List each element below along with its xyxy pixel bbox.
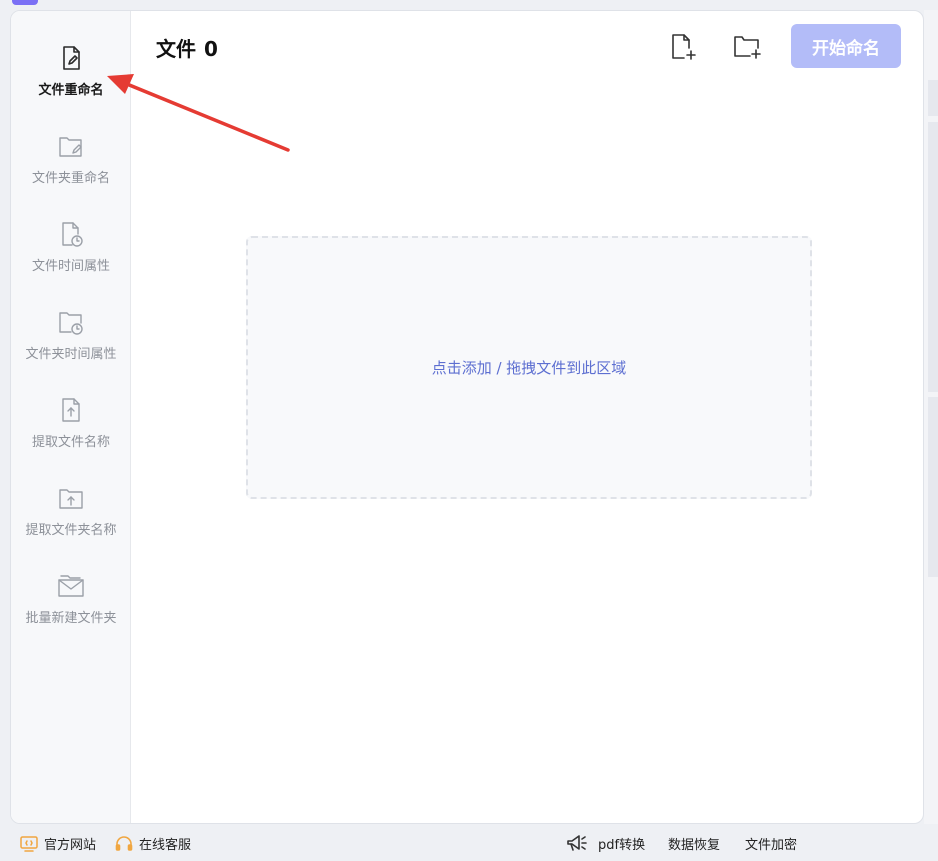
folder-batch-icon xyxy=(58,575,84,597)
file-encrypt-link[interactable]: 文件加密 xyxy=(745,834,797,853)
monitor-icon xyxy=(20,835,38,852)
folder-plus-icon[interactable] xyxy=(731,31,763,63)
page-title: 文件 0 xyxy=(156,33,218,62)
drop-zone-hint: 点击添加 / 拖拽文件到此区域 xyxy=(431,359,627,377)
sidebar-item-label: 提取文件名称 xyxy=(31,435,110,450)
pdf-convert-label: pdf转换 xyxy=(598,838,646,853)
sidebar-item-folder-time[interactable]: 文件夹时间属性 xyxy=(11,307,131,383)
app-logo xyxy=(12,0,38,5)
sidebar-item-file-time[interactable]: 文件时间属性 xyxy=(11,219,131,295)
pdf-convert-link[interactable]: pdf转换 xyxy=(598,834,645,853)
sidebar-item-label: 文件夹时间属性 xyxy=(25,347,117,362)
folder-upload-icon xyxy=(59,489,83,509)
headset-icon xyxy=(115,835,133,851)
sidebar-item-label: 批量新建文件夹 xyxy=(25,611,117,626)
folder-clock-icon xyxy=(59,312,83,335)
sidebar-item-extract-folder-names[interactable]: 提取文件夹名称 xyxy=(11,483,131,559)
file-upload-icon xyxy=(62,398,80,422)
file-count: 0 xyxy=(204,37,218,61)
file-edit-icon xyxy=(63,46,80,70)
main-window: 文件重命名 文件夹重命名 文件时间属性 文件夹时间属性 提取文件名称 提取文件夹… xyxy=(10,10,924,824)
file-encrypt-label: 文件加密 xyxy=(745,838,798,853)
sidebar-item-label: 文件重命名 xyxy=(38,83,104,98)
official-site-link[interactable]: 官方网站 xyxy=(20,834,96,853)
folder-edit-icon xyxy=(59,137,82,157)
megaphone-icon[interactable] xyxy=(566,833,588,853)
file-drop-zone[interactable]: 点击添加 / 拖拽文件到此区域 xyxy=(246,236,812,499)
sidebar-item-label: 文件夹重命名 xyxy=(31,171,110,186)
start-rename-button[interactable]: 开始命名 xyxy=(791,24,901,68)
sidebar-item-folder-rename[interactable]: 文件夹重命名 xyxy=(11,131,131,207)
file-clock-icon xyxy=(62,222,83,247)
online-service-link[interactable]: 在线客服 xyxy=(115,834,191,853)
data-recovery-label: 数据恢复 xyxy=(668,838,721,853)
sidebar-item-label: 提取文件夹名称 xyxy=(25,523,117,538)
footer-bar: 官方网站 在线客服 pdf转换 数据恢复 文件加密 xyxy=(0,826,938,861)
sidebar-item-file-rename[interactable]: 文件重命名 xyxy=(11,43,131,119)
adjacent-panel-edge xyxy=(924,10,938,824)
data-recovery-link[interactable]: 数据恢复 xyxy=(668,834,720,853)
title-text: 文件 xyxy=(156,37,196,61)
official-site-label: 官方网站 xyxy=(44,838,97,853)
sidebar: 文件重命名 文件夹重命名 文件时间属性 文件夹时间属性 提取文件名称 提取文件夹… xyxy=(11,11,131,823)
sidebar-item-batch-new-folder[interactable]: 批量新建文件夹 xyxy=(11,571,131,647)
sidebar-item-extract-file-names[interactable]: 提取文件名称 xyxy=(11,395,131,471)
online-service-label: 在线客服 xyxy=(139,838,192,853)
file-plus-icon[interactable] xyxy=(667,31,699,63)
sidebar-item-label: 文件时间属性 xyxy=(31,259,110,274)
